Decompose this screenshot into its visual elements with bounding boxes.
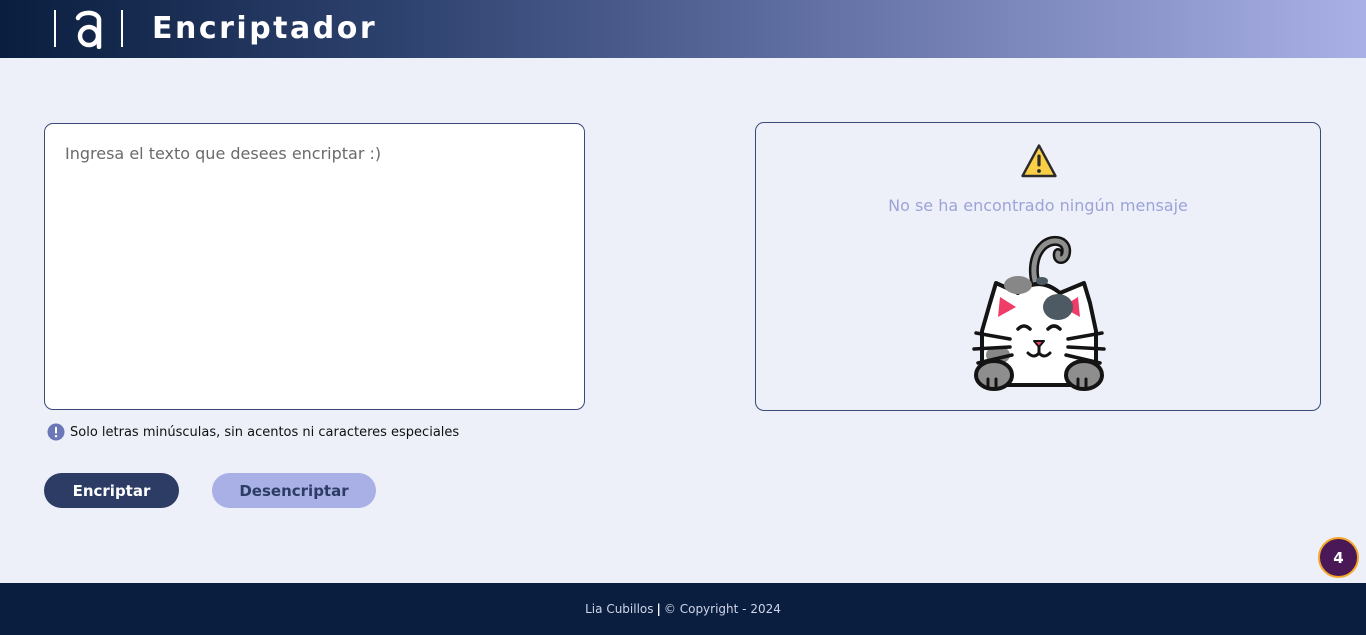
text-input[interactable] xyxy=(45,124,584,409)
logo-divider-left xyxy=(54,10,56,47)
alura-a-logo-icon[interactable] xyxy=(74,9,104,49)
footer-copyright: © Copyright - 2024 xyxy=(663,602,781,616)
output-panel: No se ha encontrado ningún mensaje xyxy=(755,122,1321,411)
notification-badge[interactable]: 4 xyxy=(1318,537,1359,578)
footer-separator: | xyxy=(656,602,661,616)
logo-divider-right xyxy=(121,10,123,47)
empty-message: No se ha encontrado ningún mensaje xyxy=(888,196,1188,215)
warning-triangle-icon xyxy=(1021,144,1057,178)
app-footer: Lia Cubillos | © Copyright - 2024 xyxy=(0,583,1366,635)
text-input-container xyxy=(44,123,585,410)
info-exclamation-icon xyxy=(47,423,65,441)
hint-text: Solo letras minúsculas, sin acentos ni c… xyxy=(70,424,460,440)
cat-illustration xyxy=(972,235,1106,391)
encrypt-button[interactable]: Encriptar xyxy=(44,473,179,508)
input-hint: Solo letras minúsculas, sin acentos ni c… xyxy=(47,423,459,441)
decrypt-button[interactable]: Desencriptar xyxy=(212,473,376,508)
app-title: Encriptador xyxy=(152,11,378,46)
footer-author: Lia Cubillos xyxy=(585,602,654,616)
app-header: Encriptador xyxy=(0,0,1366,58)
